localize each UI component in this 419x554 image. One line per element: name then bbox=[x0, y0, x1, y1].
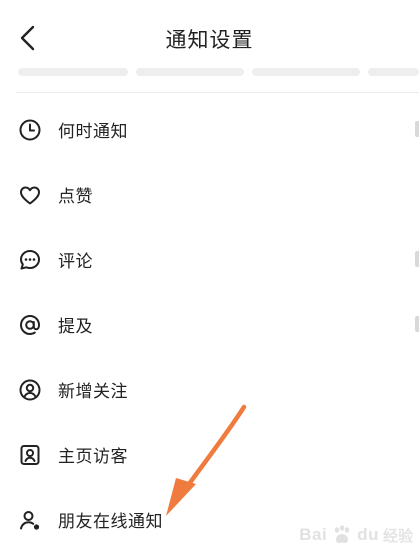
menu-item-label: 主页访客 bbox=[58, 447, 128, 467]
menu-item-label: 新增关注 bbox=[58, 382, 128, 402]
tab-placeholder[interactable] bbox=[136, 68, 244, 76]
menu-item-new-followers[interactable]: 新增关注 bbox=[0, 357, 419, 422]
watermark-brand-suffix: du bbox=[357, 525, 379, 544]
row-edge bbox=[415, 316, 419, 332]
menu-item-profile-visitors[interactable]: 主页访客 bbox=[0, 422, 419, 487]
tab-placeholder[interactable] bbox=[252, 68, 360, 76]
menu-item-label: 评论 bbox=[58, 252, 93, 272]
tab-strip bbox=[0, 68, 419, 78]
baidu-watermark: Bai du 经验 bbox=[299, 524, 413, 546]
menu-item-comments[interactable]: 评论 bbox=[0, 227, 419, 292]
comment-icon bbox=[17, 247, 43, 273]
watermark-sub: 经验 bbox=[382, 526, 413, 545]
tab-placeholder[interactable] bbox=[18, 68, 128, 76]
menu-item-label: 提及 bbox=[58, 317, 93, 337]
menu-item-label: 点赞 bbox=[58, 187, 93, 207]
menu-item-mentions[interactable]: 提及 bbox=[0, 292, 419, 357]
user-online-icon bbox=[17, 507, 43, 533]
user-card-icon bbox=[17, 442, 43, 468]
clock-icon bbox=[17, 117, 43, 143]
row-edge bbox=[415, 251, 419, 267]
settings-list: 何时通知 点赞 评论 提及 新增关注 主页访客 朋友在线通知 bbox=[0, 97, 419, 552]
at-sign-icon bbox=[17, 312, 43, 338]
paw-icon bbox=[335, 525, 350, 543]
watermark-brand: Bai bbox=[299, 525, 328, 544]
heart-icon bbox=[17, 182, 43, 208]
row-edge bbox=[415, 121, 419, 137]
tab-placeholder[interactable] bbox=[368, 68, 419, 76]
user-circle-icon bbox=[17, 377, 43, 403]
header-bar: 通知设置 bbox=[0, 0, 419, 76]
menu-item-when-notify[interactable]: 何时通知 bbox=[0, 97, 419, 162]
page-title: 通知设置 bbox=[165, 28, 254, 52]
menu-item-likes[interactable]: 点赞 bbox=[0, 162, 419, 227]
divider bbox=[16, 92, 419, 93]
menu-item-label: 朋友在线通知 bbox=[58, 512, 163, 532]
menu-item-label: 何时通知 bbox=[58, 122, 128, 142]
